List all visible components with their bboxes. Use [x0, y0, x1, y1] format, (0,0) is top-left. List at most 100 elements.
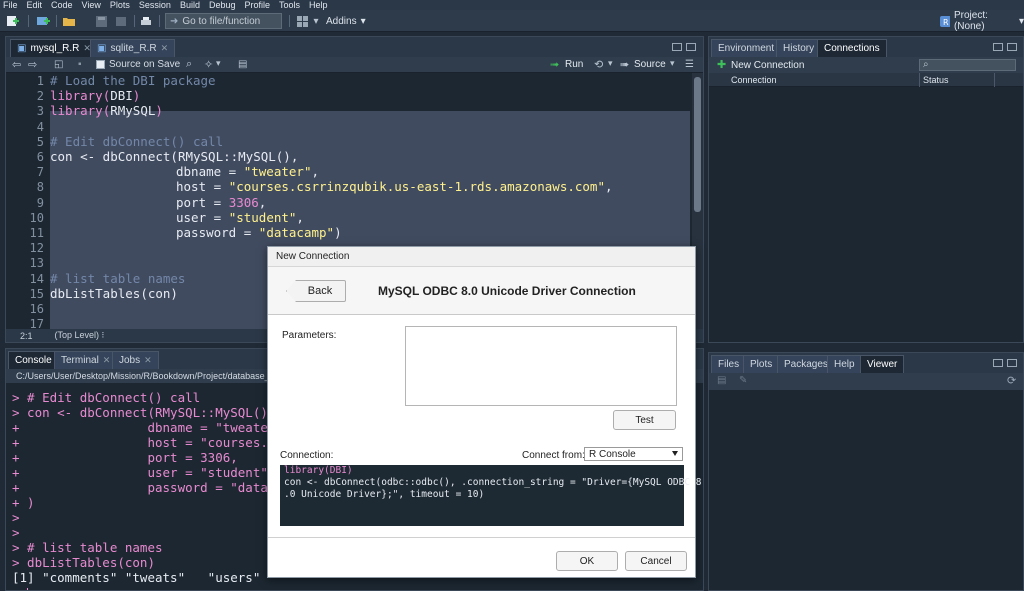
tab-help[interactable]: Help [827, 355, 862, 373]
run-icon[interactable]: ➟ [550, 58, 559, 71]
console-line: > # Edit dbConnect() call [12, 390, 201, 405]
connect-from-label: Connect from: [522, 450, 585, 461]
save-icon[interactable]: ▪ [78, 59, 82, 70]
search-icon[interactable]: ⌕ [186, 58, 192, 71]
parameters-textarea[interactable] [405, 326, 677, 406]
minimize-pane-icon[interactable] [672, 43, 682, 51]
save-all-icon[interactable] [114, 14, 128, 28]
back-arrow-icon[interactable]: ⇦ [12, 58, 21, 71]
tab-plots[interactable]: Plots [743, 355, 780, 373]
source-icon[interactable]: ➠ [620, 58, 629, 71]
maximize-pane-icon[interactable] [1007, 359, 1017, 367]
column-header-connection[interactable]: Connection [731, 75, 777, 85]
export-icon[interactable]: ▤ [717, 375, 726, 386]
chevron-down-icon[interactable]: ▾ [670, 58, 675, 69]
menu-view[interactable]: View [82, 0, 101, 10]
source-on-save-checkbox[interactable] [96, 60, 105, 69]
source-button[interactable]: Source [634, 59, 666, 70]
connections-search-input[interactable]: ⌕ [919, 59, 1016, 71]
menu-session[interactable]: Session [139, 0, 171, 10]
line-number: 13 [29, 256, 44, 270]
menu-build[interactable]: Build [180, 0, 200, 10]
addins-menu[interactable]: Addins ▾ [326, 14, 366, 28]
line-number: 12 [29, 241, 44, 255]
minimize-pane-icon[interactable] [993, 359, 1003, 367]
clear-icon[interactable]: ✎ [739, 375, 747, 386]
chevron-down-icon: ▾ [360, 15, 366, 27]
save-icon[interactable] [94, 14, 108, 28]
project-icon: R [940, 15, 950, 27]
forward-arrow-icon[interactable]: ⇨ [28, 58, 37, 71]
test-button[interactable]: Test [613, 410, 676, 430]
menu-file[interactable]: File [3, 0, 18, 10]
r-file-icon: ▣ [97, 43, 107, 54]
chevron-down-icon[interactable]: ▾ [216, 58, 221, 69]
print-icon[interactable] [139, 14, 153, 28]
tab-connections[interactable]: Connections [817, 39, 887, 57]
tab-files[interactable]: Files [711, 355, 747, 373]
tab-environment[interactable]: Environment [711, 39, 782, 57]
menu-profile[interactable]: Profile [245, 0, 271, 10]
menu-edit[interactable]: Edit [27, 0, 43, 10]
column-header-status[interactable]: Status [923, 75, 949, 85]
chevron-down-icon[interactable]: ▾ [312, 14, 320, 28]
line-number: 2 [36, 89, 44, 103]
menu-tools[interactable]: Tools [279, 0, 300, 10]
run-button[interactable]: Run [565, 59, 583, 70]
close-icon[interactable]: ✕ [161, 43, 169, 54]
code-line: password = "datacamp") [176, 225, 342, 240]
maximize-pane-icon[interactable] [686, 43, 696, 51]
ok-button[interactable]: OK [556, 551, 618, 571]
search-icon: ⌕ [923, 59, 929, 70]
console-input-line[interactable]: > [12, 585, 29, 590]
cursor-position: 2:1 [20, 330, 33, 341]
tab-terminal[interactable]: Terminal ✕ [54, 351, 118, 369]
files-pane: Files Plots Packages Help Viewer ▤ ✎ ⟳ [708, 352, 1024, 591]
connection-code-line: con <- dbConnect(odbc::odbc(), .connecti… [284, 477, 702, 488]
line-number: 9 [36, 196, 44, 210]
source-tab-bar: ▣ mysql_R.R ✕ ▣ sqlite_R.R ✕ [6, 37, 703, 57]
tab-history[interactable]: History [776, 39, 822, 57]
connect-from-select[interactable]: R Console [584, 447, 683, 461]
back-button[interactable]: Back [286, 280, 346, 302]
tab-console[interactable]: Console [8, 351, 59, 369]
grid-layout-icon[interactable] [295, 14, 309, 28]
magic-wand-icon[interactable]: ✧ [204, 58, 213, 71]
outline-icon[interactable]: ☰ [685, 59, 694, 70]
menu-code[interactable]: Code [51, 0, 73, 10]
open-folder-icon[interactable] [60, 14, 78, 28]
line-number: 17 [29, 317, 44, 329]
tab-jobs[interactable]: Jobs ✕ [112, 351, 159, 369]
new-connection-button[interactable]: New Connection [731, 60, 804, 71]
scope-selector[interactable]: (Top Level) ⁝ [55, 330, 105, 341]
go-to-file-input[interactable]: ➜ Go to file/function [165, 13, 282, 29]
chevron-down-icon[interactable]: ▾ [608, 58, 613, 69]
menu-plots[interactable]: Plots [110, 0, 130, 10]
project-menu[interactable]: R Project: (None) ▾ [940, 10, 1024, 32]
add-icon[interactable]: ✚ [717, 58, 726, 71]
show-in-window-icon[interactable]: ◱ [54, 59, 63, 70]
code-line: # list table names [50, 271, 186, 286]
new-connection-dialog: New Connection Back MySQL ODBC 8.0 Unico… [267, 246, 702, 578]
minimize-pane-icon[interactable] [993, 43, 1003, 51]
dialog-footer-divider [268, 537, 695, 538]
compile-report-icon[interactable]: ▤ [238, 59, 247, 70]
dialog-titlebar[interactable]: New Connection [268, 247, 695, 267]
rerun-icon[interactable]: ⟲ [594, 58, 603, 71]
cancel-button[interactable]: Cancel [625, 551, 687, 571]
connection-code-box[interactable]: library(DBI) con <- dbConnect(odbc::odbc… [280, 465, 702, 526]
menu-help[interactable]: Help [309, 0, 328, 10]
close-icon[interactable]: ✕ [103, 355, 111, 366]
refresh-icon[interactable]: ⟳ [1007, 374, 1016, 387]
line-number: 5 [36, 135, 44, 149]
tab-viewer[interactable]: Viewer [860, 355, 905, 373]
connection-label: Connection: [280, 450, 334, 461]
new-file-icon[interactable] [4, 14, 22, 28]
maximize-pane-icon[interactable] [1007, 43, 1017, 51]
close-icon[interactable]: ✕ [144, 355, 152, 366]
tab-sqlite-r[interactable]: ▣ sqlite_R.R ✕ [90, 39, 176, 57]
tab-mysql-r[interactable]: ▣ mysql_R.R ✕ [10, 39, 98, 57]
menu-debug[interactable]: Debug [209, 0, 236, 10]
new-project-icon[interactable] [34, 14, 52, 28]
editor-scrollbar-thumb[interactable] [694, 77, 701, 212]
